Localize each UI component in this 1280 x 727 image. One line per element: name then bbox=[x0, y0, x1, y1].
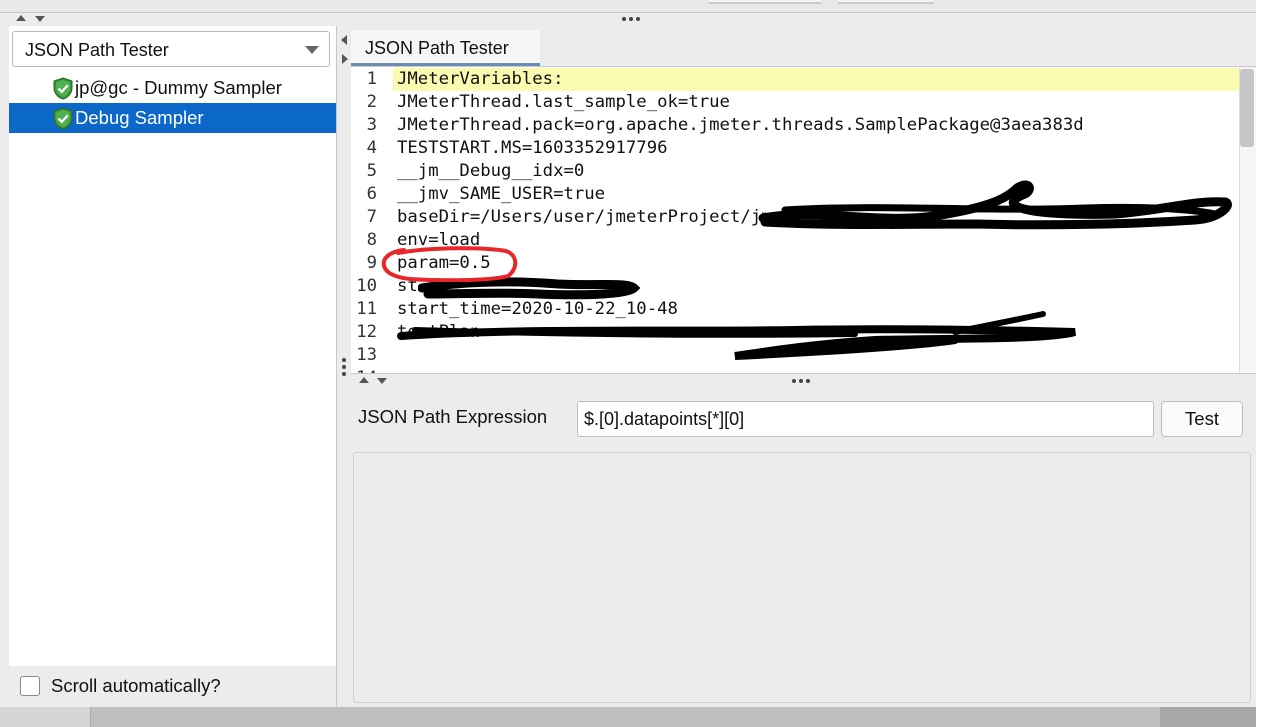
status-segment bbox=[1160, 707, 1256, 727]
tree-item-label: jp@gc - Dummy Sampler bbox=[75, 77, 282, 98]
tree-item-debug-sampler[interactable]: Debug Sampler bbox=[9, 103, 336, 133]
line-number: 4 bbox=[366, 138, 377, 158]
json-path-result-area[interactable] bbox=[353, 452, 1251, 703]
code-line: 1 JMeterVariables: bbox=[351, 68, 564, 91]
collapse-up-icon[interactable] bbox=[359, 377, 369, 383]
line-number: 13 bbox=[356, 345, 377, 365]
code-line: 5 __jm__Debug__idx=0 bbox=[351, 160, 585, 183]
code-line: 3 JMeterThread.pack=org.apache.jmeter.thr… bbox=[351, 114, 1084, 137]
test-button[interactable]: Test bbox=[1161, 401, 1243, 437]
line-number: 10 bbox=[356, 276, 377, 296]
line-number: 1 bbox=[366, 69, 377, 89]
line-text: JMeterThread.last_sample_ok=true bbox=[397, 92, 730, 112]
code-line: 4 TESTSTART.MS=1603352917796 bbox=[351, 137, 668, 160]
line-text: __jm__Debug__idx=0 bbox=[397, 161, 585, 181]
success-shield-icon bbox=[53, 77, 73, 100]
editor-splitter[interactable] bbox=[351, 373, 1256, 389]
scrollbar-thumb[interactable] bbox=[1240, 69, 1254, 147]
toolbar-button[interactable] bbox=[709, 0, 821, 4]
toolbar-button[interactable] bbox=[838, 0, 934, 4]
line-number: 6 bbox=[366, 184, 377, 204]
tab-label: JSON Path Tester bbox=[365, 38, 509, 58]
line-number: 2 bbox=[366, 92, 377, 112]
line-text: JMeterThread.pack=org.apache.jmeter.thre… bbox=[397, 115, 1084, 135]
line-text: __jmv_SAME_USER=true bbox=[397, 184, 606, 204]
tab-json-path-tester[interactable]: JSON Path Tester bbox=[351, 30, 540, 66]
collapse-left-icon[interactable] bbox=[341, 35, 347, 45]
line-text: baseDir=/Users/user/jmeterProject/jm bbox=[397, 207, 772, 227]
expand-down-icon[interactable] bbox=[35, 16, 45, 22]
collapse-up-icon[interactable] bbox=[16, 15, 26, 21]
line-number: 12 bbox=[356, 322, 377, 342]
redaction-scribble-line7 bbox=[758, 180, 1232, 230]
line-number: 9 bbox=[366, 253, 377, 273]
line-number: 3 bbox=[366, 115, 377, 135]
status-bar bbox=[0, 707, 1256, 727]
renderer-select[interactable]: JSON Path Tester bbox=[12, 31, 330, 67]
json-path-expression-input[interactable] bbox=[577, 401, 1154, 437]
expand-right-icon[interactable] bbox=[342, 54, 348, 64]
top-splitter[interactable] bbox=[0, 12, 1256, 27]
line-number: 5 bbox=[366, 161, 377, 181]
top-toolbar-strip bbox=[0, 0, 1256, 12]
line-text: TESTSTART.MS=1603352917796 bbox=[397, 138, 668, 158]
scroll-automatically-label: Scroll automatically? bbox=[51, 675, 221, 696]
annotation-circle bbox=[381, 246, 518, 282]
window-edge bbox=[1256, 0, 1280, 727]
line-number: 11 bbox=[356, 299, 377, 319]
splitter-grip-icon bbox=[342, 358, 346, 376]
status-segment bbox=[0, 707, 91, 727]
vertical-splitter[interactable] bbox=[336, 26, 351, 707]
json-path-expression-label: JSON Path Expression bbox=[358, 406, 548, 427]
line-number: 8 bbox=[366, 230, 377, 250]
splitter-grip-icon bbox=[792, 379, 810, 383]
tree-item-dummy-sampler[interactable]: jp@gc - Dummy Sampler bbox=[9, 73, 336, 103]
code-line: 6 __jmv_SAME_USER=true bbox=[351, 183, 606, 206]
line-text: JMeterVariables: bbox=[397, 69, 564, 89]
code-line: 7 baseDir=/Users/user/jmeterProject/jm bbox=[351, 206, 772, 229]
tree-item-label: Debug Sampler bbox=[75, 107, 204, 128]
code-line: 2 JMeterThread.last_sample_ok=true bbox=[351, 91, 730, 114]
redaction-scribble-line12 bbox=[397, 311, 1077, 360]
scroll-automatically-checkbox[interactable] bbox=[20, 676, 40, 696]
expand-down-icon[interactable] bbox=[377, 378, 387, 384]
chevron-down-icon bbox=[305, 46, 319, 54]
code-line: 13 bbox=[351, 344, 397, 367]
line-number: 7 bbox=[366, 207, 377, 227]
renderer-select-value: JSON Path Tester bbox=[25, 40, 169, 60]
success-shield-icon bbox=[53, 107, 73, 130]
splitter-grip-icon bbox=[622, 17, 640, 21]
